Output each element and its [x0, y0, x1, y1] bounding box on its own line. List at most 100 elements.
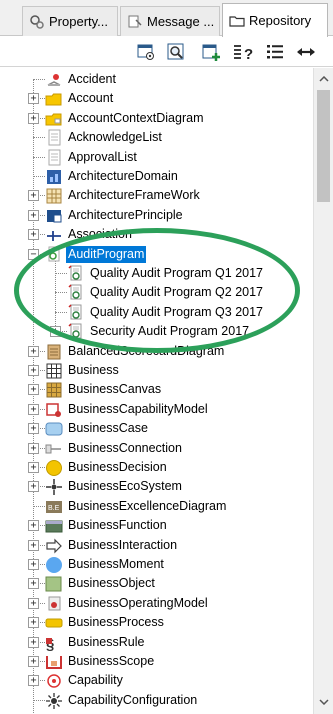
tree-connector: [33, 137, 45, 139]
collapse-toggle-icon[interactable]: −: [28, 248, 39, 260]
expand-toggle-icon[interactable]: +: [28, 481, 39, 493]
tree-item[interactable]: + BusinessScope: [0, 652, 313, 671]
expand-toggle-icon[interactable]: +: [28, 636, 39, 648]
repository-tree[interactable]: Accident + Account + AccountContextDiagram Ac…: [0, 68, 313, 714]
tree-child-item[interactable]: Quality Audit Program Q1 2017: [0, 264, 313, 283]
tree-item[interactable]: + BusinessDecision: [0, 458, 313, 477]
tree-item-label: Business: [68, 363, 119, 377]
tab-properties[interactable]: Property...: [22, 6, 118, 36]
tree-item-label: BusinessMoment: [68, 557, 164, 571]
operating-model-icon: [45, 595, 63, 612]
tree-item[interactable]: + BusinessEcoSystem: [0, 477, 313, 496]
scorecard-icon: [45, 343, 63, 360]
tree-item-label: BusinessFunction: [68, 518, 167, 533]
tree-child-item[interactable]: Quality Audit Program Q3 2017: [0, 303, 313, 322]
tree-item[interactable]: + BusinessObject: [0, 574, 313, 593]
list-help-icon: ?: [234, 45, 253, 62]
vertical-scrollbar[interactable]: [313, 68, 333, 714]
message-icon: [127, 14, 143, 30]
expand-toggle-icon[interactable]: +: [28, 112, 39, 124]
function-icon: [45, 517, 63, 534]
tree-item-label: AccountContextDiagram: [68, 110, 204, 125]
tree-item[interactable]: + ArchitectureFrameWork: [0, 186, 313, 205]
scroll-thumb[interactable]: [317, 90, 330, 202]
new-element-button[interactable]: [199, 40, 223, 64]
tree-item[interactable]: + Business: [0, 361, 313, 380]
expand-toggle-icon[interactable]: +: [28, 617, 39, 629]
tree-item[interactable]: + BusinessProcess: [0, 613, 313, 632]
tree-item-label: ArchitectureFrameWork: [68, 188, 200, 203]
tree-item[interactable]: AcknowledgeList: [0, 128, 313, 147]
tree-item[interactable]: Accident: [0, 70, 313, 89]
tree-item-label: BusinessOperatingModel: [68, 595, 208, 610]
expand-toggle-icon[interactable]: +: [50, 326, 61, 338]
tab-message[interactable]: Message ...: [120, 6, 220, 36]
expand-toggle-icon[interactable]: +: [28, 403, 39, 415]
expand-toggle-icon[interactable]: +: [28, 578, 39, 590]
tree-item[interactable]: + AccountContextDiagram: [0, 109, 313, 128]
tree-item[interactable]: ApprovalList: [0, 148, 313, 167]
tree-item[interactable]: + BusinessOperatingModel: [0, 594, 313, 613]
expand-toggle-icon[interactable]: +: [28, 209, 39, 221]
tree-item[interactable]: − AuditProgram: [0, 245, 313, 264]
tree-item[interactable]: + BusinessCase: [0, 419, 313, 438]
expand-toggle-icon[interactable]: +: [28, 345, 39, 357]
expand-toggle-icon[interactable]: +: [28, 597, 39, 609]
tree-child-item[interactable]: + Security Audit Program 2017: [0, 322, 313, 341]
tree-item-label: BusinessObject: [68, 576, 155, 591]
tree-child-item[interactable]: Quality Audit Program Q2 2017: [0, 283, 313, 302]
tab-label: Repository: [249, 13, 312, 28]
tree-item[interactable]: + Association: [0, 225, 313, 244]
moment-icon: [45, 556, 63, 573]
scroll-down-button[interactable]: [314, 693, 333, 710]
tree-item[interactable]: + Account: [0, 89, 313, 108]
tree-connector: [33, 699, 45, 701]
tree-item[interactable]: + BusinessConnection: [0, 439, 313, 458]
expand-toggle-icon[interactable]: +: [28, 442, 39, 454]
expand-toggle-icon[interactable]: +: [28, 520, 39, 532]
tree-item-label: BusinessCanvas: [68, 382, 162, 397]
expand-toggle-icon[interactable]: +: [28, 656, 39, 667]
tree-item-label: Association: [68, 227, 132, 242]
tree-item[interactable]: + BusinessInteraction: [0, 536, 313, 555]
expand-toggle-icon[interactable]: +: [28, 675, 39, 687]
tree-item[interactable]: + § BusinessRule: [0, 633, 313, 653]
expand-toggle-icon[interactable]: +: [28, 93, 39, 105]
list-button[interactable]: [263, 40, 287, 64]
tree-item[interactable]: + BalancedScorecardDiagram: [0, 342, 313, 361]
tab-repository[interactable]: Repository: [222, 3, 328, 37]
expand-toggle-icon[interactable]: +: [28, 365, 39, 376]
expand-toggle-icon[interactable]: +: [28, 384, 39, 396]
find-button[interactable]: [164, 40, 188, 64]
expand-toggle-icon[interactable]: +: [28, 462, 39, 473]
new-element-icon: [202, 44, 220, 61]
svg-text:?: ?: [244, 46, 253, 62]
tree-item[interactable]: + ArchitecturePrinciple: [0, 206, 313, 225]
expand-toggle-icon[interactable]: +: [28, 190, 39, 202]
repository-settings-button[interactable]: [134, 40, 158, 64]
expand-toggle-icon[interactable]: +: [28, 423, 39, 435]
list-help-button[interactable]: ?: [231, 40, 255, 64]
tree-item[interactable]: + BusinessCanvas: [0, 380, 313, 399]
scope-icon: [45, 653, 63, 670]
tree-item[interactable]: + BusinessFunction: [0, 516, 313, 535]
tree-item[interactable]: B.E BusinessExcellenceDiagram: [0, 497, 313, 516]
audit-doc-icon: [67, 304, 85, 321]
folder-icon: [229, 13, 245, 29]
expand-toggle-icon[interactable]: +: [28, 229, 39, 241]
tree-connector: [33, 156, 45, 158]
expand-toggle-icon[interactable]: +: [28, 559, 39, 570]
tree-item[interactable]: + BusinessCapabilityModel: [0, 400, 313, 419]
tree-item[interactable]: + Capability: [0, 671, 313, 690]
expand-toggle-icon[interactable]: +: [28, 539, 39, 551]
list-icon: [267, 45, 283, 59]
tree-item-label: ArchitectureDomain: [68, 169, 178, 183]
connection-icon: [45, 440, 63, 457]
tree-item[interactable]: CapabilityConfiguration: [0, 691, 313, 710]
tab-label: Message ...: [147, 14, 215, 29]
tree-item[interactable]: ArchitectureDomain: [0, 167, 313, 186]
expand-width-button[interactable]: [294, 40, 318, 64]
tree-item-label: BusinessInteraction: [68, 537, 178, 552]
scroll-up-button[interactable]: [314, 70, 333, 87]
tree-item[interactable]: + BusinessMoment: [0, 555, 313, 574]
